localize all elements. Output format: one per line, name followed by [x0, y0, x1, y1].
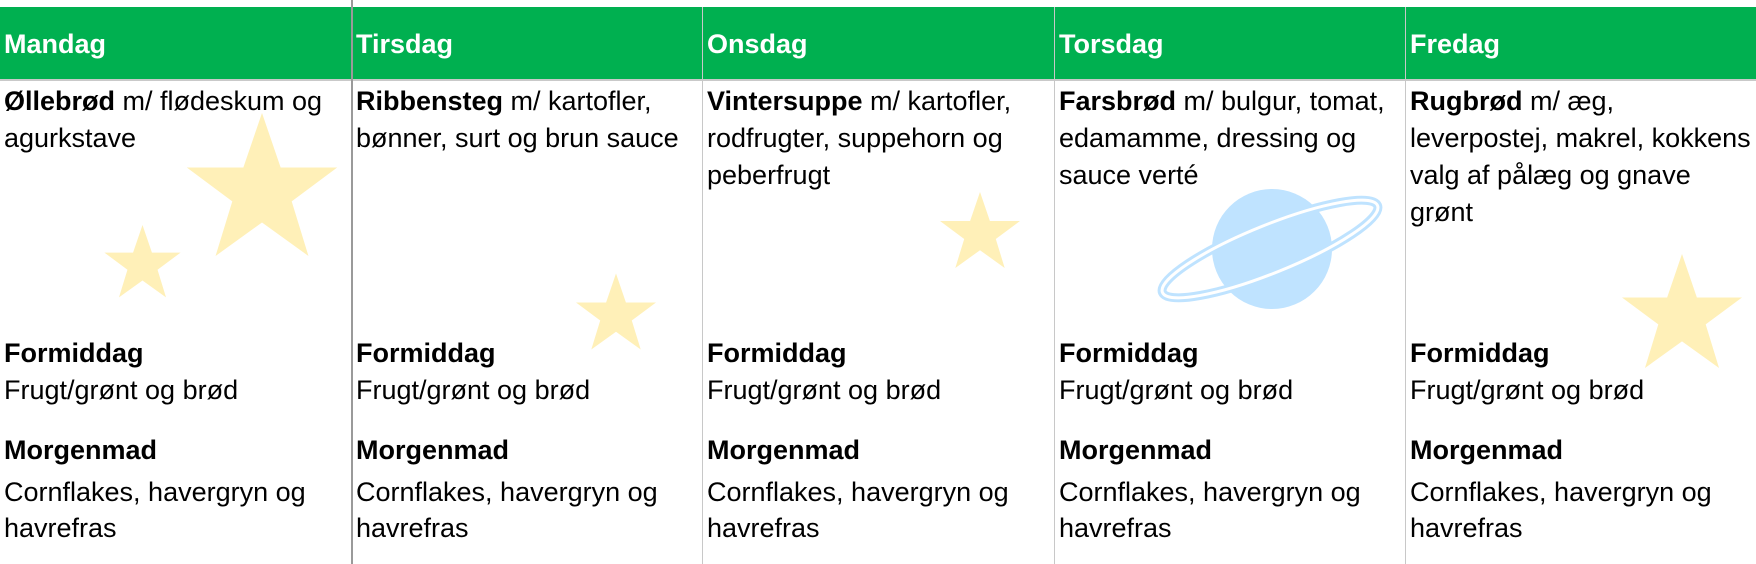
- lunch-dish: Farsbrød: [1059, 86, 1177, 116]
- snack-title: Formiddag: [707, 338, 847, 368]
- breakfast-title: Morgenmad: [707, 435, 861, 465]
- day-cell-mandag: Øllebrød m/ flødeskum og agurkstave Form…: [0, 81, 351, 564]
- lunch-dish: Rugbrød: [1410, 86, 1523, 116]
- breakfast-text: Cornflakes, havergryn og havrefras: [356, 477, 658, 543]
- day-cell-fredag: Rugbrød m/ æg, leverpostej, makrel, kokk…: [1406, 81, 1756, 564]
- lunch-dish: Øllebrød: [4, 86, 116, 116]
- lunch-dish: Vintersuppe: [707, 86, 863, 116]
- breakfast-title: Morgenmad: [356, 435, 510, 465]
- snack-title: Formiddag: [1410, 338, 1550, 368]
- day-header-tirsdag: Tirsdag: [356, 29, 454, 59]
- weekly-menu: Mandag Tirsdag Onsdag Torsdag Fredag Øll…: [0, 0, 1756, 564]
- breakfast-text: Cornflakes, havergryn og havrefras: [4, 477, 306, 543]
- breakfast-title: Morgenmad: [1059, 435, 1213, 465]
- breakfast-text: Cornflakes, havergryn og havrefras: [1410, 477, 1712, 543]
- lunch-text: Ribbensteg m/ kartofler, bønner, surt og…: [356, 83, 699, 157]
- lunch-text: Farsbrød m/ bulgur, tomat, edamamme, dre…: [1059, 83, 1402, 194]
- day-header-torsdag: Torsdag: [1059, 29, 1164, 59]
- breakfast-text: Cornflakes, havergryn og havrefras: [1059, 477, 1361, 543]
- snack-text: Frugt/grønt og brød: [356, 375, 591, 405]
- day-header-onsdag: Onsdag: [707, 29, 808, 59]
- breakfast-text: Cornflakes, havergryn og havrefras: [707, 477, 1009, 543]
- day-header-fredag: Fredag: [1410, 29, 1501, 59]
- snack-title: Formiddag: [4, 338, 144, 368]
- day-cell-torsdag: Farsbrød m/ bulgur, tomat, edamamme, dre…: [1055, 81, 1406, 564]
- day-cell-tirsdag: Ribbensteg m/ kartofler, bønner, surt og…: [352, 81, 703, 564]
- lunch-text: Vintersuppe m/ kartofler, rodfrugter, su…: [707, 83, 1050, 194]
- lunch-text: Rugbrød m/ æg, leverpostej, makrel, kokk…: [1410, 83, 1752, 231]
- day-header-mandag: Mandag: [4, 29, 107, 59]
- lunch-dish: Ribbensteg: [356, 86, 504, 116]
- breakfast-title: Morgenmad: [1410, 435, 1564, 465]
- snack-title: Formiddag: [356, 338, 496, 368]
- day-cell-onsdag: Vintersuppe m/ kartofler, rodfrugter, su…: [703, 81, 1054, 564]
- snack-text: Frugt/grønt og brød: [4, 375, 239, 405]
- breakfast-title: Morgenmad: [4, 435, 158, 465]
- lunch-text: Øllebrød m/ flødeskum og agurkstave: [4, 83, 347, 157]
- snack-text: Frugt/grønt og brød: [707, 375, 942, 405]
- snack-text: Frugt/grønt og brød: [1410, 375, 1645, 405]
- snack-text: Frugt/grønt og brød: [1059, 375, 1294, 405]
- snack-title: Formiddag: [1059, 338, 1199, 368]
